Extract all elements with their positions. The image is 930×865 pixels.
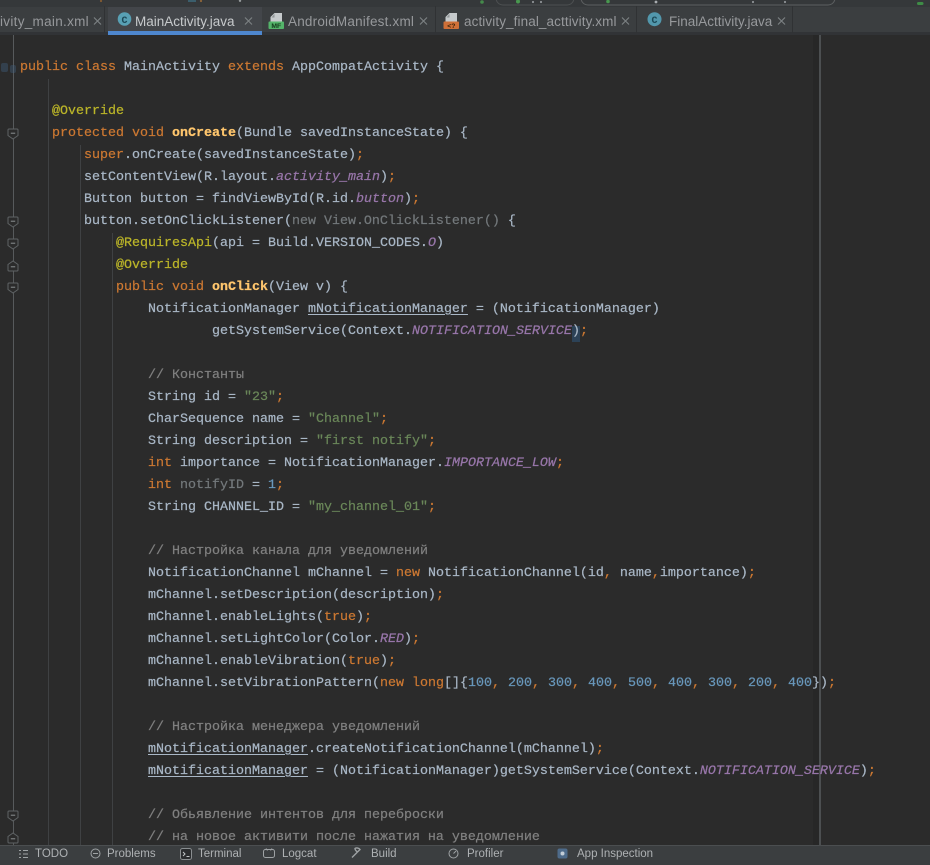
svg-text:<?: <?: [447, 23, 455, 30]
svg-text:C: C: [651, 16, 657, 27]
svg-text:MF: MF: [271, 23, 281, 30]
svg-text:C: C: [121, 16, 127, 27]
